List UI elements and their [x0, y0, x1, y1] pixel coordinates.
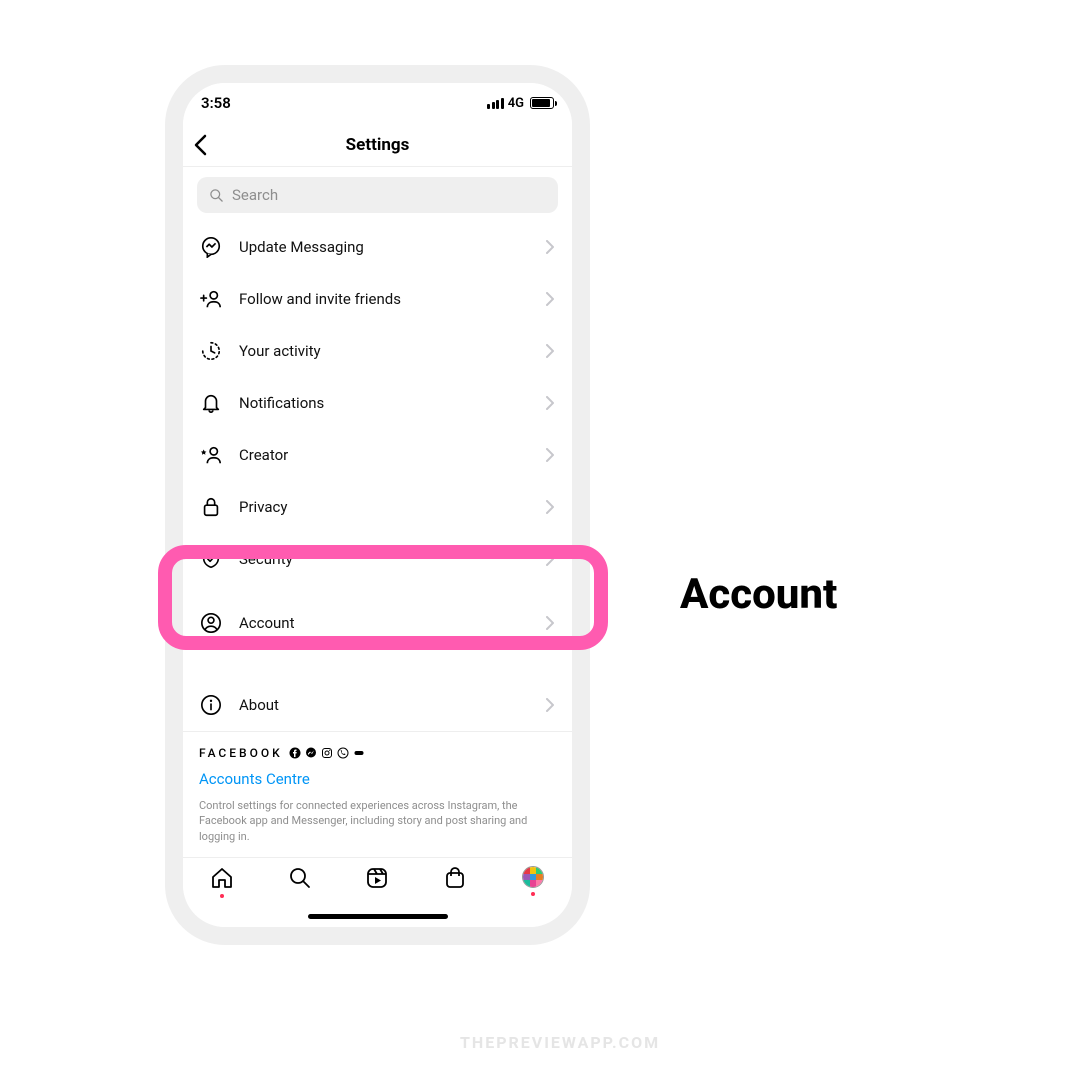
highlight-box [158, 545, 608, 650]
settings-list: Update Messaging Follow and invite frien… [183, 221, 572, 857]
chevron-right-icon [546, 292, 554, 306]
follow-invite-icon [199, 288, 223, 310]
chevron-right-icon [546, 240, 554, 254]
page-title: Settings [346, 135, 410, 155]
status-bar: 3:58 4G [183, 83, 572, 123]
phone-notch [328, 81, 428, 89]
facebook-brand-text: FACEBOOK [199, 746, 283, 760]
search-icon [209, 188, 224, 203]
chevron-left-icon [193, 134, 207, 156]
home-indicator [308, 914, 448, 919]
settings-item-label: Update Messaging [239, 238, 530, 256]
tab-bar [183, 857, 572, 927]
settings-item-about[interactable]: About [183, 679, 572, 731]
network-label: 4G [508, 96, 524, 111]
accounts-centre-link[interactable]: Accounts Centre [199, 770, 556, 788]
callout-label: Account [680, 570, 837, 619]
whatsapp-small-icon [337, 747, 349, 759]
tab-profile[interactable] [511, 866, 555, 896]
reels-icon [365, 866, 389, 890]
settings-item-follow-invite[interactable]: Follow and invite friends [183, 273, 572, 325]
facebook-brand-icons [289, 747, 365, 759]
chevron-right-icon [546, 500, 554, 514]
settings-item-your-activity[interactable]: Your activity [183, 325, 572, 377]
bell-icon [199, 392, 223, 414]
chevron-right-icon [546, 344, 554, 358]
tab-search[interactable] [278, 866, 322, 890]
home-icon [210, 866, 234, 890]
messenger-icon [199, 236, 223, 258]
search-input[interactable]: Search [197, 177, 558, 213]
profile-icon [522, 866, 544, 888]
facebook-footer-desc: Control settings for connected experienc… [199, 798, 556, 844]
notification-dot [220, 894, 224, 898]
settings-item-update-messaging[interactable]: Update Messaging [183, 221, 572, 273]
settings-item-label: About [239, 696, 530, 714]
facebook-icon [289, 747, 301, 759]
battery-icon [530, 97, 554, 109]
header: Settings [183, 123, 572, 167]
watermark: THEPREVIEWAPP.COM [460, 1033, 660, 1052]
chevron-right-icon [546, 448, 554, 462]
search-placeholder: Search [232, 186, 278, 204]
chevron-right-icon [546, 396, 554, 410]
back-button[interactable] [193, 123, 233, 166]
signal-icon [487, 98, 504, 109]
tab-shop[interactable] [433, 866, 477, 890]
instagram-small-icon [321, 747, 333, 759]
lock-icon [199, 496, 223, 518]
tab-home[interactable] [200, 866, 244, 898]
phone-frame: 3:58 4G Settings Search [165, 65, 590, 945]
status-right: 4G [487, 96, 554, 111]
info-icon [199, 694, 223, 716]
creator-icon [199, 444, 223, 466]
status-time: 3:58 [201, 94, 231, 112]
settings-item-privacy[interactable]: Privacy [183, 481, 572, 533]
settings-item-notifications[interactable]: Notifications [183, 377, 572, 429]
tab-reels[interactable] [355, 866, 399, 890]
shop-icon [443, 866, 467, 890]
settings-item-label: Privacy [239, 498, 530, 516]
oculus-small-icon [353, 747, 365, 759]
settings-item-label: Your activity [239, 342, 530, 360]
search-icon [288, 866, 312, 890]
facebook-footer: FACEBOOK Accounts Centre Control setting… [183, 731, 572, 854]
chevron-right-icon [546, 698, 554, 712]
messenger-small-icon [305, 747, 317, 759]
notification-dot [531, 892, 535, 896]
screen: 3:58 4G Settings Search [183, 83, 572, 927]
facebook-brand-line: FACEBOOK [199, 746, 556, 760]
settings-item-label: Follow and invite friends [239, 290, 530, 308]
activity-icon [199, 340, 223, 362]
settings-item-creator[interactable]: Creator [183, 429, 572, 481]
search-container: Search [183, 167, 572, 221]
settings-item-label: Creator [239, 446, 530, 464]
settings-item-label: Notifications [239, 394, 530, 412]
